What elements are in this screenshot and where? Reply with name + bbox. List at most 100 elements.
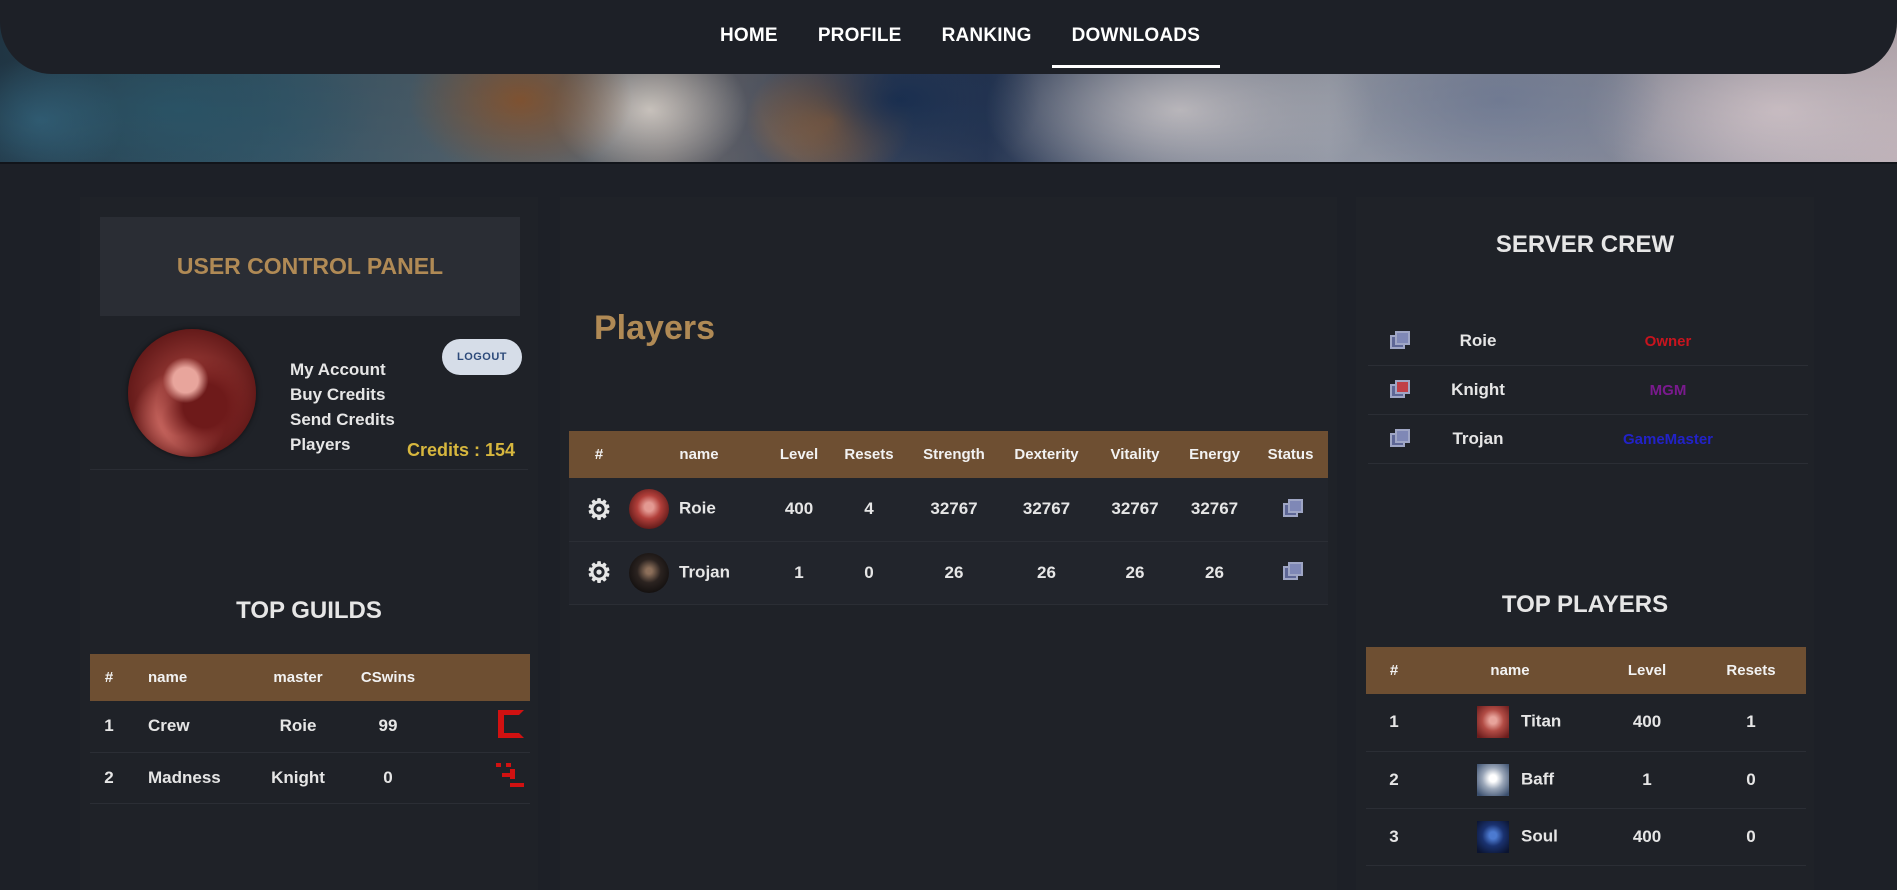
nav-ranking[interactable]: RANKING — [922, 2, 1052, 68]
player-name-cell[interactable]: Titan — [1422, 694, 1598, 752]
col-energy: Energy — [1189, 446, 1240, 463]
player-energy: 26 — [1176, 541, 1253, 605]
right-panel: SERVER CREW Roie Owner Knight MGM Trojan… — [1356, 197, 1814, 890]
player-name-cell[interactable]: Soul — [1422, 808, 1598, 866]
col-resets: Resets — [1726, 662, 1776, 679]
col-level: Level — [779, 446, 819, 463]
buy-credits-link[interactable]: Buy Credits — [290, 382, 395, 407]
col-rank: # — [1389, 662, 1399, 679]
user-control-panel-title: USER CONTROL PANEL — [176, 253, 444, 279]
col-rank: # — [594, 446, 604, 463]
player-rank: 2 — [1366, 751, 1422, 809]
player-rank: 3 — [1366, 808, 1422, 866]
col-master: master — [273, 669, 323, 686]
col-resets: Resets — [844, 446, 894, 463]
online-status-icon[interactable] — [1282, 562, 1303, 580]
player-name-cell[interactable]: Trojan — [629, 541, 769, 605]
player-vitality: 26 — [1094, 541, 1176, 605]
guild-master[interactable]: Knight — [248, 752, 348, 804]
guild-master[interactable]: Roie — [248, 701, 348, 753]
player-level: 1 — [1598, 751, 1696, 809]
player-name: Trojan — [679, 561, 731, 581]
col-name: name — [148, 669, 188, 686]
nav-profile[interactable]: PROFILE — [798, 2, 922, 68]
player-name: Titan — [1521, 711, 1562, 731]
col-strength: Strength — [923, 446, 985, 463]
col-level: Level — [1627, 662, 1667, 679]
crew-name[interactable]: Knight — [1428, 380, 1528, 400]
top-guilds-table: # name master CSwins 1 Crew Roie 99 2 Ma… — [90, 654, 530, 804]
madness-guild-logo-icon — [496, 761, 524, 789]
crew-role: GameMaster — [1622, 430, 1714, 448]
player-rank: 1 — [1366, 694, 1422, 752]
nav-home[interactable]: HOME — [700, 2, 798, 68]
player-name: Roie — [679, 498, 716, 518]
table-row: 2 Baff 1 0 — [1366, 751, 1806, 809]
crew-row: Roie Owner — [1368, 317, 1808, 366]
player-level: 400 — [1598, 694, 1696, 752]
player-resets: 0 — [1696, 808, 1806, 866]
guild-name[interactable]: Madness — [128, 752, 248, 804]
player-level: 400 — [1598, 808, 1696, 866]
player-dexterity: 32767 — [999, 478, 1094, 542]
player-dexterity: 26 — [999, 541, 1094, 605]
guild-cswins: 0 — [348, 752, 428, 804]
col-cswins: CSwins — [360, 669, 416, 686]
offline-status-icon — [1390, 379, 1410, 398]
crew-row: Trojan GameMaster — [1368, 415, 1808, 464]
logout-button[interactable]: LOGOUT — [442, 339, 522, 375]
server-crew-list: Roie Owner Knight MGM Trojan GameMaster — [1368, 317, 1808, 464]
server-crew-title: SERVER CREW — [1495, 231, 1675, 258]
guild-rank: 1 — [90, 701, 128, 753]
player-strength: 26 — [909, 541, 999, 605]
player-avatar — [629, 489, 669, 530]
crew-role: MGM — [1649, 381, 1687, 399]
crew-role: Owner — [1644, 332, 1692, 350]
top-players-title: TOP PLAYERS — [1501, 591, 1669, 618]
nav-downloads[interactable]: DOWNLOADS — [1051, 2, 1221, 68]
table-row: ⚙ Roie 400 4 32767 32767 32767 32767 — [569, 478, 1328, 542]
credits-balance: Credits : 154 — [407, 440, 516, 460]
guild-logo-cell — [428, 701, 530, 753]
players-link[interactable]: Players — [290, 432, 395, 457]
divider — [90, 469, 528, 470]
player-avatar — [629, 552, 669, 593]
player-avatar — [1477, 820, 1509, 853]
player-level: 400 — [769, 478, 829, 542]
col-rank: # — [104, 669, 114, 686]
player-name: Soul — [1521, 825, 1558, 845]
table-header-row: # name master CSwins — [90, 654, 530, 701]
send-credits-link[interactable]: Send Credits — [290, 407, 395, 432]
crew-name[interactable]: Roie — [1428, 331, 1528, 351]
players-panel: Players # name Level Resets Strength Dex… — [560, 197, 1337, 890]
col-logo — [428, 654, 530, 701]
crew-name[interactable]: Trojan — [1428, 429, 1528, 449]
status-cell — [1253, 541, 1328, 605]
settings-cell: ⚙ — [569, 541, 629, 605]
crew-guild-logo-icon — [498, 709, 524, 738]
table-header-row: # name Level Resets Strength Dexterity V… — [569, 431, 1328, 478]
gear-icon[interactable]: ⚙ — [586, 494, 611, 525]
player-energy: 32767 — [1176, 478, 1253, 542]
online-status-icon[interactable] — [1282, 498, 1303, 517]
user-avatar — [128, 329, 256, 457]
guild-name[interactable]: Crew — [128, 701, 248, 753]
table-row: 3 Soul 400 0 — [1366, 808, 1806, 866]
player-name-cell[interactable]: Roie — [629, 478, 769, 542]
player-name-cell[interactable]: Baff — [1422, 751, 1598, 809]
players-table: # name Level Resets Strength Dexterity V… — [569, 431, 1328, 605]
top-guilds-title: TOP GUILDS — [236, 597, 382, 624]
table-row: ⚙ Trojan 1 0 26 26 26 26 — [569, 541, 1328, 605]
status-cell — [1253, 478, 1328, 542]
crew-row: Knight MGM — [1368, 366, 1808, 415]
col-name: name — [1490, 662, 1530, 679]
guild-cswins: 99 — [348, 701, 428, 753]
table-row: 2 Madness Knight 0 — [90, 752, 530, 804]
gear-icon[interactable]: ⚙ — [586, 557, 611, 588]
player-resets: 0 — [829, 541, 909, 605]
guild-rank: 2 — [90, 752, 128, 804]
col-status: Status — [1267, 446, 1314, 463]
my-account-link[interactable]: My Account — [290, 357, 395, 382]
player-avatar — [1477, 706, 1509, 739]
col-name: name — [679, 446, 719, 463]
